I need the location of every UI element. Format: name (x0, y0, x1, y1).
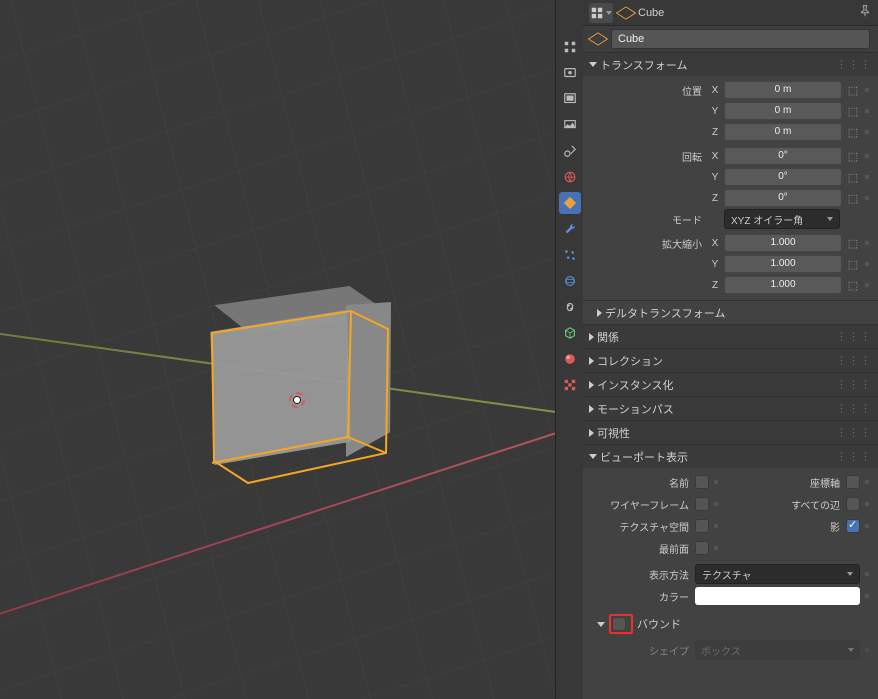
section-delta-header[interactable]: デルタトランスフォーム (583, 300, 878, 324)
section-transform-header[interactable]: トランスフォーム ⋮⋮⋮ (583, 52, 878, 76)
show-axis-checkbox[interactable] (846, 475, 860, 489)
show-in-front-checkbox[interactable] (695, 541, 709, 555)
cursor-3d (285, 388, 309, 412)
lock-icon[interactable]: ⬚ (846, 83, 860, 97)
section-label: トランスフォーム (600, 57, 687, 73)
tab-constraint[interactable] (559, 296, 581, 318)
section-viewport-display-header[interactable]: ビューポート表示⋮⋮⋮ (583, 444, 878, 468)
panel-header: Cube (583, 0, 878, 26)
tab-physics[interactable] (559, 270, 581, 292)
tab-tool[interactable] (559, 36, 581, 58)
keyframe-dot[interactable] (864, 240, 870, 246)
object-name-field[interactable] (611, 29, 870, 49)
name-row (583, 26, 878, 52)
tab-data[interactable] (559, 322, 581, 344)
display-as-select[interactable]: テクスチャ (695, 564, 860, 584)
tab-material[interactable] (559, 348, 581, 370)
keyframe-dot[interactable] (864, 261, 870, 267)
lock-icon[interactable]: ⬚ (846, 278, 860, 292)
show-all-edges-checkbox[interactable] (846, 497, 860, 511)
tab-view-layer[interactable] (559, 114, 581, 136)
scale-y-field[interactable]: 1.000 (724, 255, 842, 273)
keyframe-dot[interactable] (864, 108, 870, 114)
section-collections-header[interactable]: コレクション⋮⋮⋮ (583, 348, 878, 372)
keyframe-dot[interactable] (864, 523, 870, 529)
keyframe-dot[interactable] (864, 195, 870, 201)
show-shadow-checkbox[interactable] (846, 519, 860, 533)
drag-handle-icon[interactable]: ⋮⋮⋮ (836, 58, 872, 71)
show-bounds-checkbox[interactable] (612, 617, 626, 631)
keyframe-dot[interactable] (864, 647, 870, 653)
lock-icon[interactable]: ⬚ (846, 236, 860, 250)
tab-particle[interactable] (559, 244, 581, 266)
show-texspace-checkbox[interactable] (695, 519, 709, 533)
keyframe-dot[interactable] (713, 501, 719, 507)
object-color-field[interactable] (695, 587, 860, 605)
keyframe-dot[interactable] (864, 479, 870, 485)
lock-icon[interactable]: ⬚ (846, 104, 860, 118)
keyframe-dot[interactable] (864, 87, 870, 93)
section-motion-paths-header[interactable]: モーションパス⋮⋮⋮ (583, 396, 878, 420)
keyframe-dot[interactable] (864, 501, 870, 507)
lock-icon[interactable]: ⬚ (846, 170, 860, 184)
section-instancing-header[interactable]: インスタンス化⋮⋮⋮ (583, 372, 878, 396)
location-y-field[interactable]: 0 m (724, 102, 842, 120)
keyframe-dot[interactable] (864, 282, 870, 288)
editor-type-menu[interactable] (589, 3, 613, 23)
object-icon (619, 6, 633, 20)
tab-world[interactable] (559, 166, 581, 188)
keyframe-dot[interactable] (713, 523, 719, 529)
rotation-y-field[interactable]: 0° (724, 168, 842, 186)
viewport-3d[interactable] (0, 0, 555, 699)
object-icon (591, 32, 605, 46)
scale-z-field[interactable]: 1.000 (724, 276, 842, 294)
tab-modifier[interactable] (559, 218, 581, 240)
properties-tabs (555, 0, 583, 699)
pin-icon[interactable] (858, 4, 872, 21)
lock-icon[interactable]: ⬚ (846, 191, 860, 205)
keyframe-dot[interactable] (713, 545, 719, 551)
keyframe-dot[interactable] (864, 174, 870, 180)
location-z-field[interactable]: 0 m (724, 123, 842, 141)
keyframe-dot[interactable] (864, 593, 870, 599)
section-visibility-header[interactable]: 可視性⋮⋮⋮ (583, 420, 878, 444)
scale-x-field[interactable]: 1.000 (724, 234, 842, 252)
lock-icon[interactable]: ⬚ (846, 149, 860, 163)
keyframe-dot[interactable] (864, 153, 870, 159)
tab-object[interactable] (559, 192, 581, 214)
keyframe-dot[interactable] (713, 479, 719, 485)
rotation-z-field[interactable]: 0° (724, 189, 842, 207)
keyframe-dot[interactable] (864, 129, 870, 135)
rotation-mode-select[interactable]: XYZ オイラー角 (724, 209, 840, 229)
tab-output[interactable] (559, 88, 581, 110)
tab-texture[interactable] (559, 374, 581, 396)
keyframe-dot[interactable] (864, 571, 870, 577)
section-relations-header[interactable]: 関係⋮⋮⋮ (583, 324, 878, 348)
location-x-field[interactable]: 0 m (724, 81, 842, 99)
properties-panel: Cube トランスフォーム ⋮⋮⋮ 位置X0 m⬚ Y0 m⬚ Z0 m⬚ 回転… (583, 0, 878, 699)
rotation-x-field[interactable]: 0° (724, 147, 842, 165)
show-name-checkbox[interactable] (695, 475, 709, 489)
lock-icon[interactable]: ⬚ (846, 125, 860, 139)
tab-render[interactable] (559, 62, 581, 84)
lock-icon[interactable]: ⬚ (846, 257, 860, 271)
show-wireframe-checkbox[interactable] (695, 497, 709, 511)
bounds-shape-select: ボックス (695, 640, 860, 660)
breadcrumb-object: Cube (638, 7, 664, 19)
section-bounds-header[interactable]: バウンド (583, 612, 878, 636)
tab-scene[interactable] (559, 140, 581, 162)
